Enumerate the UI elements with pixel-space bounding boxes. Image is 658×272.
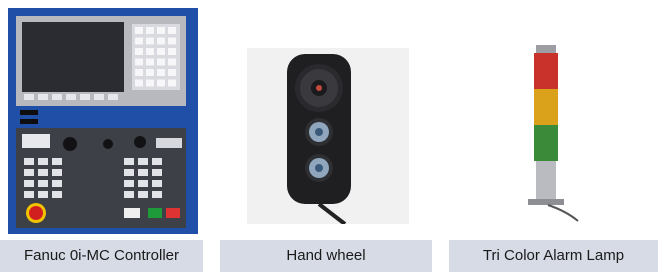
controller-image <box>8 8 198 234</box>
alarm-lamp-image <box>508 45 584 225</box>
caption-alarm-lamp: Tri Color Alarm Lamp <box>449 240 658 272</box>
handwheel-image <box>247 48 409 226</box>
caption-handwheel: Hand wheel <box>220 240 432 272</box>
caption-controller: Fanuc 0i-MC Controller <box>0 240 203 272</box>
